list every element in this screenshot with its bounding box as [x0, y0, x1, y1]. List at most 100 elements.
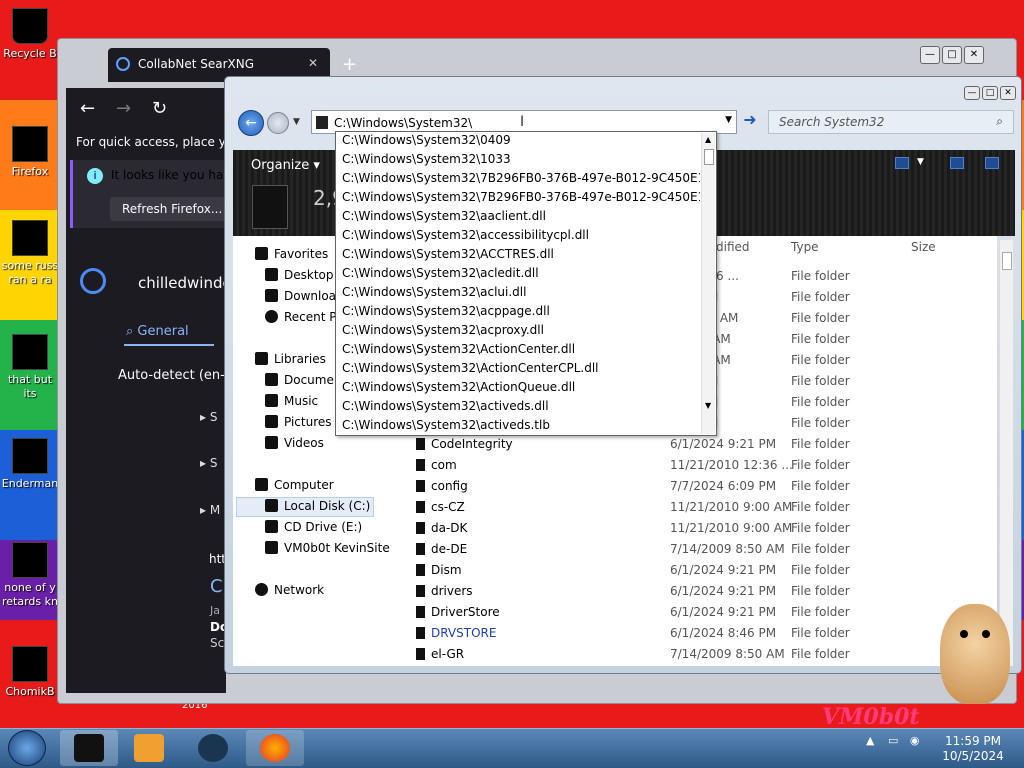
autocomplete-item[interactable]: C:\Windows\System32\7B296FB0-376B-497e-B… [342, 171, 700, 190]
search-box[interactable]: Search System32 ⌕ [768, 110, 1014, 134]
show-hidden-icons-icon[interactable]: ▲ [866, 734, 874, 747]
back-button[interactable]: ← [238, 110, 264, 136]
desktop-icon-chomik[interactable]: ChomikB [0, 646, 60, 699]
chevron-down-icon[interactable]: ▼ [725, 115, 732, 125]
table-row[interactable]: DRVSTORE 6/1/2024 8:46 PM File folder [411, 623, 1001, 644]
nav-vm-drive[interactable]: VM0b0t KevinSite [265, 541, 390, 555]
column-size[interactable]: Size [911, 240, 936, 254]
recent-pages-dropdown[interactable]: ▼ [293, 117, 300, 127]
desktop-icon-file-2[interactable]: that but its [0, 334, 60, 401]
nav-pictures[interactable]: Pictures [265, 415, 332, 429]
tab-general[interactable]: ⌕ General [126, 324, 189, 339]
nav-libraries[interactable]: Libraries [255, 352, 326, 366]
autocomplete-item[interactable]: C:\Windows\System32\0409 [342, 133, 700, 152]
desktop-icon-enderman[interactable]: Enderman [0, 438, 60, 491]
volume-icon[interactable]: ◉ [910, 734, 920, 747]
row-name: DRVSTORE [431, 626, 497, 640]
autocomplete-scrollbar[interactable]: ▲ ▼ [701, 133, 715, 434]
desktop-icon-firefox[interactable]: Firefox [0, 126, 60, 179]
collapsible-item[interactable]: ▸ S [200, 456, 217, 470]
taskbar-media-player[interactable] [120, 730, 178, 766]
scrollbar-thumb[interactable] [1002, 252, 1012, 270]
desktop-icon-recycle-bin[interactable]: Recycle B [0, 8, 60, 61]
nav-downloads[interactable]: Download [265, 289, 344, 303]
autocomplete-item[interactable]: C:\Windows\System32\7B296FB0-376B-497e-B… [342, 190, 700, 209]
scroll-down-icon[interactable]: ▼ [705, 401, 711, 410]
documents-icon [265, 373, 278, 386]
nav-network[interactable]: Network [255, 583, 324, 597]
autocomplete-item[interactable]: C:\Windows\System32\ActionCenter.dll [342, 342, 700, 361]
table-row[interactable]: Dism 6/1/2024 9:21 PM File folder [411, 560, 1001, 581]
scrollbar-thumb[interactable] [704, 149, 714, 165]
forward-arrow-icon[interactable]: → [116, 98, 131, 119]
autocomplete-item[interactable]: C:\Windows\System32\acledit.dll [342, 266, 700, 285]
nav-computer[interactable]: Computer [255, 478, 334, 492]
forward-button[interactable] [267, 112, 289, 134]
nav-favorites[interactable]: Favorites [255, 247, 328, 261]
close-button[interactable]: ✕ [964, 46, 984, 64]
organize-button[interactable]: Organize ▾ [251, 158, 320, 173]
collapsible-item[interactable]: ▸ M [200, 503, 220, 517]
taskbar-explorer[interactable] [60, 730, 118, 766]
row-name: config [431, 479, 468, 493]
nav-desktop[interactable]: Desktop [265, 268, 334, 282]
autocomplete-item[interactable]: C:\Windows\System32\acppage.dll [342, 304, 700, 323]
autocomplete-item[interactable]: C:\Windows\System32\ACCTRES.dll [342, 247, 700, 266]
table-row[interactable]: DriverStore 6/1/2024 9:21 PM File folder [411, 602, 1001, 623]
autocomplete-item[interactable]: C:\Windows\System32\acproxy.dll [342, 323, 700, 342]
autocomplete-item[interactable]: C:\Windows\System32\accessibilitycpl.dll [342, 228, 700, 247]
collapsible-item[interactable]: ▸ S [200, 410, 217, 424]
search-query[interactable]: chilledwindo [138, 274, 232, 292]
back-arrow-icon[interactable]: ← [80, 98, 95, 119]
autocomplete-item[interactable]: C:\Windows\System32\ActionCenterCPL.dll [342, 361, 700, 380]
close-tab-icon[interactable]: ✕ [308, 56, 318, 70]
nav-cd-drive[interactable]: CD Drive (E:) [265, 520, 362, 534]
taskbar-globe[interactable] [184, 730, 242, 766]
close-button[interactable]: ✕ [1000, 86, 1016, 100]
minimize-button[interactable]: — [920, 46, 940, 64]
nav-documents[interactable]: Documen [265, 373, 341, 387]
go-button[interactable]: ➜ [739, 110, 761, 134]
refresh-firefox-button[interactable]: Refresh Firefox... [110, 197, 235, 221]
clock[interactable]: 11:59 PM 10/5/2024 [935, 734, 1011, 764]
minimize-button[interactable]: — [964, 86, 980, 100]
preview-pane-icon[interactable] [950, 157, 964, 169]
nav-videos[interactable]: Videos [265, 436, 324, 450]
table-row[interactable]: CodeIntegrity 6/1/2024 9:21 PM File folder [411, 434, 1001, 455]
autocomplete-item[interactable]: C:\Windows\System32\ActionQueue.dll [342, 380, 700, 399]
desktop-icon-file-3[interactable]: none of y retards kn [0, 542, 60, 609]
table-row[interactable]: de-DE 7/14/2009 8:50 AM File folder [411, 539, 1001, 560]
column-date-modified[interactable]: dified [716, 240, 750, 254]
desktop-icon-file-1[interactable]: some russ ran a ra [0, 220, 60, 287]
help-icon[interactable] [985, 157, 999, 169]
table-row[interactable]: cs-CZ 11/21/2010 9:00 AM File folder [411, 497, 1001, 518]
scroll-up-icon[interactable]: ▲ [705, 135, 711, 144]
result-title[interactable]: C [210, 576, 223, 597]
nav-music[interactable]: Music [265, 394, 318, 408]
maximize-button[interactable]: □ [942, 46, 962, 64]
autocomplete-item[interactable]: C:\Windows\System32\1033 [342, 152, 700, 171]
folder-icon [416, 480, 425, 492]
maximize-button[interactable]: □ [982, 86, 998, 100]
autocomplete-item[interactable]: C:\Windows\System32\activeds.tlb [342, 418, 700, 435]
taskbar-firefox[interactable] [246, 730, 304, 766]
start-button[interactable] [8, 730, 46, 766]
autocomplete-item[interactable]: C:\Windows\System32\activeds.dll [342, 399, 700, 418]
table-row[interactable]: da-DK 11/21/2010 9:00 AM File folder [411, 518, 1001, 539]
nav-local-disk[interactable]: Local Disk (C:) [265, 499, 370, 513]
table-row[interactable]: el-GR 7/14/2009 8:50 AM File folder [411, 644, 1001, 665]
table-row[interactable]: drivers 6/1/2024 9:21 PM File folder [411, 581, 1001, 602]
row-date: 6/1/2024 8:46 PM [670, 626, 777, 640]
file-list-scrollbar[interactable] [999, 240, 1013, 666]
table-row[interactable]: config 7/7/2024 6:09 PM File folder [411, 476, 1001, 497]
column-type[interactable]: Type [791, 240, 819, 254]
chevron-down-icon[interactable]: ▼ [917, 157, 924, 167]
autocomplete-item[interactable]: C:\Windows\System32\aaclient.dll [342, 209, 700, 228]
view-options-icon[interactable] [895, 157, 909, 169]
autocomplete-item[interactable]: C:\Windows\System32\aclui.dll [342, 285, 700, 304]
new-tab-button[interactable]: + [342, 54, 357, 75]
reload-icon[interactable]: ↻ [152, 98, 167, 119]
table-row[interactable]: com 11/21/2010 12:36 ... File folder [411, 455, 1001, 476]
network-tray-icon[interactable]: ▭ [888, 734, 898, 747]
search-icon[interactable]: ⌕ [996, 114, 1003, 129]
